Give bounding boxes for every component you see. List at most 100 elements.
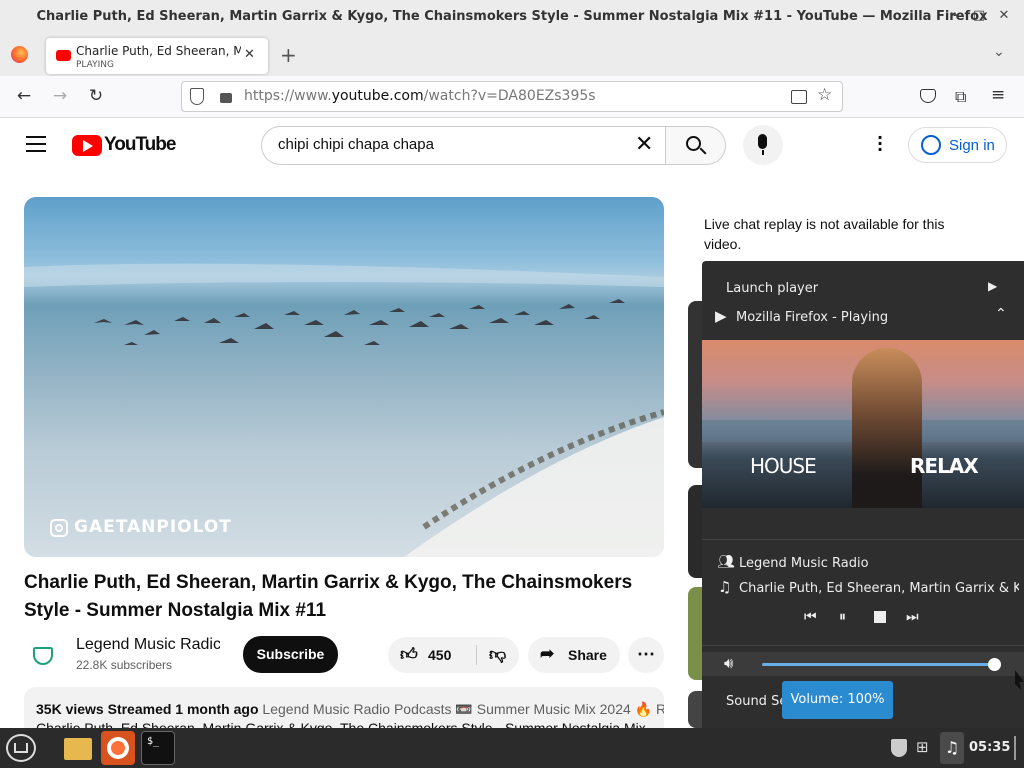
thumbs-up-icon: 👍︎ <box>400 645 418 664</box>
volume-slider-handle[interactable] <box>988 658 1001 671</box>
video-player[interactable]: GAETANPIOLOT <box>24 197 664 557</box>
guide-menu-icon[interactable] <box>26 136 46 152</box>
new-tab-icon[interactable]: + <box>280 43 297 67</box>
dislike-button[interactable]: 👎︎ <box>477 637 519 673</box>
next-track-icon[interactable]: ⏭ <box>906 609 919 625</box>
app-menu-icon[interactable]: ≡ <box>991 85 1005 105</box>
volume-slider-fill <box>762 663 994 666</box>
volume-tooltip: Volume: 100% <box>782 681 893 719</box>
launch-player-item[interactable]: Launch player ▶ <box>702 275 1024 301</box>
show-desktop-button[interactable] <box>1014 736 1016 760</box>
tracking-protection-icon[interactable] <box>190 88 204 105</box>
music-note-icon: ♫ <box>718 578 732 596</box>
subscribe-button[interactable]: Subscribe <box>243 636 338 673</box>
album-art-text-right: RELAX <box>910 454 979 478</box>
close-window-button[interactable]: ✕ <box>994 6 1014 26</box>
submenu-arrow-icon: ▶ <box>988 279 998 293</box>
account-icon <box>921 135 941 155</box>
navigation-bar: ← → ↻ https://www.youtube.com/watch?v=DA… <box>0 76 1024 118</box>
sign-in-button[interactable]: Sign in <box>908 127 1007 163</box>
terminal-label: $_ <box>147 736 160 747</box>
pocket-icon[interactable] <box>920 89 936 103</box>
extensions-icon[interactable]: ⧉ <box>955 87 966 107</box>
channel-name[interactable]: Legend Music Radic <box>76 636 220 654</box>
picture-in-picture-icon[interactable] <box>791 90 807 104</box>
play-icon: ▶ <box>715 307 727 325</box>
firefox-menu-icon[interactable] <box>11 46 28 63</box>
url-text[interactable]: https://www.youtube.com/watch?v=DA80EZs3… <box>244 88 596 104</box>
bookmark-star-icon[interactable]: ☆ <box>817 85 832 105</box>
share-icon: ➦ <box>540 644 555 663</box>
forward-icon[interactable]: → <box>49 86 71 106</box>
youtube-favicon-icon <box>56 50 71 61</box>
artist-name: Legend Music Radio <box>739 556 869 571</box>
tab-title: Charlie Puth, Ed Sheeran, M <box>76 44 241 58</box>
video-title: Charlie Puth, Ed Sheeran, Martin Garrix … <box>24 572 633 621</box>
search-input-value: chipi chipi chapa chapa <box>278 136 434 153</box>
microphone-icon <box>758 134 767 149</box>
player-name: Mozilla Firefox - Playing <box>736 310 889 325</box>
instagram-icon <box>50 519 68 537</box>
sound-applet-popup: Launch player ▶ ▶ Mozilla Firefox - Play… <box>702 261 1024 728</box>
speaker-icon[interactable]: 🔊︎ <box>724 654 733 672</box>
search-input[interactable]: chipi chipi chapa chapa ✕ <box>261 126 666 165</box>
terminal-app-icon[interactable]: $_ <box>141 731 175 765</box>
url-bar[interactable]: https://www.youtube.com/watch?v=DA80EZs3… <box>181 81 843 112</box>
sign-in-label: Sign in <box>949 137 995 154</box>
minimize-button[interactable]: – <box>946 6 966 26</box>
like-count: 450 <box>428 647 452 663</box>
artist-icon: 👥︎ <box>717 554 735 570</box>
views-and-date: 35K views Streamed 1 month ago <box>36 701 259 717</box>
subscriber-count: 22.8K subscribers <box>76 658 173 672</box>
description-tags: Legend Music Radio Podcasts 📼 Summer Mus… <box>262 701 664 717</box>
stop-icon[interactable] <box>874 611 886 623</box>
video-frame-birds <box>24 263 664 557</box>
maximize-button[interactable]: □ <box>969 6 989 26</box>
list-all-tabs-icon[interactable]: ⌄ <box>993 44 1005 60</box>
like-dislike-group: 👍︎ 450 👎︎ <box>388 637 519 673</box>
volume-slider[interactable] <box>762 658 1001 671</box>
network-icon[interactable]: ⊞ <box>916 738 929 756</box>
channel-avatar[interactable] <box>28 641 58 671</box>
share-button[interactable]: ➦ Share <box>528 637 620 673</box>
update-manager-shield-icon[interactable] <box>891 739 907 757</box>
clear-search-icon[interactable]: ✕ <box>635 131 653 157</box>
album-art-figure <box>852 348 922 508</box>
live-chat-message: Live chat replay is not available for th… <box>704 216 945 252</box>
sound-tray-icon[interactable]: ♫ <box>940 732 964 764</box>
window-titlebar: Charlie Puth, Ed Sheeran, Martin Garrix … <box>0 0 1024 34</box>
album-art-text-left: HOUSE <box>750 454 817 478</box>
previous-track-icon[interactable]: ⏮ <box>804 609 817 625</box>
voice-search-button[interactable] <box>743 125 783 165</box>
files-app-icon[interactable] <box>61 731 95 765</box>
window-title: Charlie Puth, Ed Sheeran, Martin Garrix … <box>36 9 988 24</box>
url-domain: youtube.com <box>331 88 424 104</box>
reload-icon[interactable]: ↻ <box>85 86 107 106</box>
pause-icon[interactable]: ⏸ <box>839 609 846 625</box>
search-button[interactable] <box>665 126 726 165</box>
clock[interactable]: 05:35 <box>969 740 1010 755</box>
lock-icon[interactable] <box>220 93 232 103</box>
album-art: HOUSE RELAX <box>702 340 1024 508</box>
artist-row: 👥︎ Legend Music Radio <box>702 550 1024 576</box>
channel-logo-icon <box>33 647 53 665</box>
more-actions-button[interactable]: ⋯ <box>628 637 664 673</box>
close-tab-icon[interactable]: ✕ <box>244 47 255 62</box>
back-icon[interactable]: ← <box>13 86 35 106</box>
player-selector-item[interactable]: ▶ Mozilla Firefox - Playing ⌃ <box>702 304 1024 330</box>
url-prefix: https://www. <box>244 88 332 104</box>
track-title: Charlie Puth, Ed Sheeran, Martin Garrix … <box>739 581 1019 596</box>
settings-more-icon[interactable]: · · · <box>877 130 883 158</box>
video-description[interactable]: 35K views Streamed 1 month ago Legend Mu… <box>24 687 664 728</box>
volume-row: 🔊︎ <box>702 652 1024 676</box>
track-row: ♫ Charlie Puth, Ed Sheeran, Martin Garri… <box>702 575 1024 601</box>
thumbs-down-icon: 👎︎ <box>489 645 507 664</box>
description-text: Charlie Puth, Ed Sheeran, Martin Garrix … <box>36 720 646 728</box>
share-label: Share <box>568 647 607 663</box>
start-menu-icon[interactable] <box>6 734 36 762</box>
tab-bar: Charlie Puth, Ed Sheeran, M PLAYING ✕ + … <box>0 34 1024 76</box>
like-button[interactable]: 👍︎ 450 <box>388 637 476 673</box>
youtube-logo[interactable]: YouTube <box>72 134 176 156</box>
tab-youtube[interactable]: Charlie Puth, Ed Sheeran, M PLAYING ✕ <box>46 38 268 74</box>
firefox-taskbar-icon[interactable] <box>101 731 135 765</box>
